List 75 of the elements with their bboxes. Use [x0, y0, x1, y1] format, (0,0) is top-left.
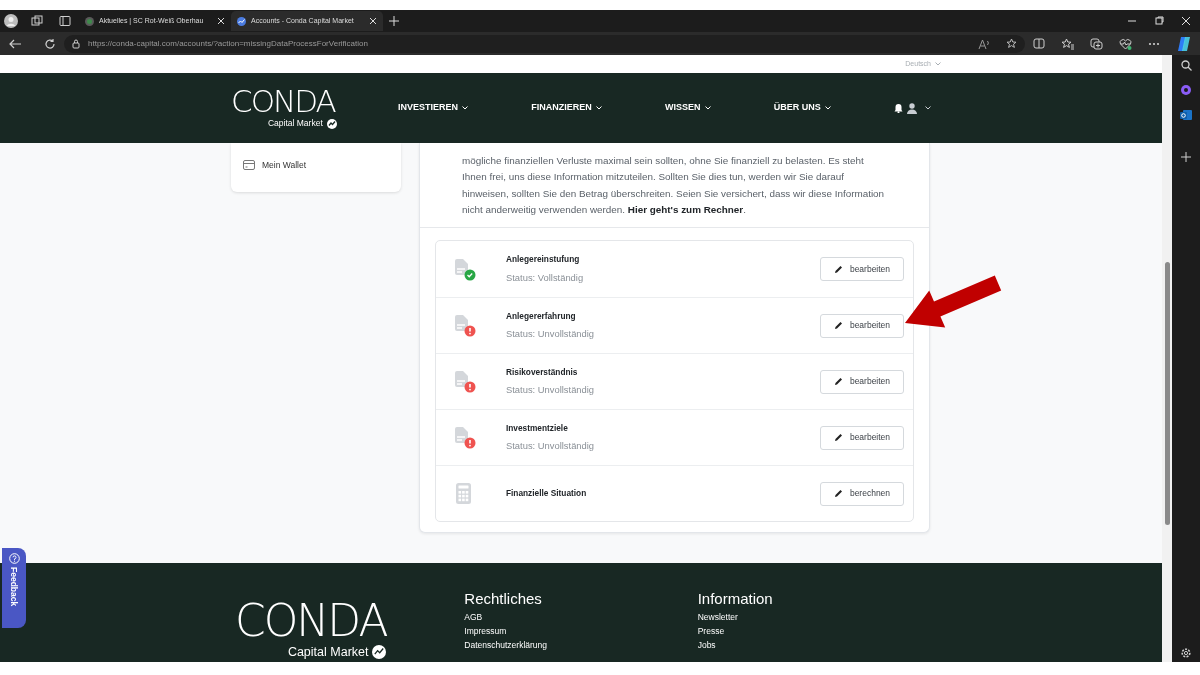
workspaces-icon[interactable]	[31, 15, 43, 27]
search-icon[interactable]	[1180, 60, 1192, 71]
settings-icon[interactable]	[1180, 647, 1192, 659]
close-icon[interactable]	[217, 17, 225, 25]
edit-button[interactable]: bearbeiten	[820, 369, 904, 394]
reload-icon[interactable]	[44, 37, 56, 50]
new-tab-icon[interactable]	[389, 16, 399, 26]
tab-actions-icon[interactable]	[59, 15, 71, 27]
close-icon[interactable]	[369, 17, 377, 25]
logo[interactable]: CONDA Capital Market	[231, 86, 335, 130]
step-status: Status: Unvollständig	[506, 383, 596, 398]
pencil-icon	[833, 377, 843, 386]
star-icon[interactable]	[1006, 38, 1017, 49]
bell-icon[interactable]	[894, 103, 903, 113]
step-status: Status: Vollständig	[506, 270, 585, 285]
footer-heading: Information	[697, 591, 774, 606]
step-status: Status: Unvollständig	[506, 439, 596, 454]
info-paragraph: mögliche finanziellen Verluste maximal sein sollten, ohne Sie finanziell zu belasten. Es steht Ihnen frei, uns diese Information mitzuteilen. Sollten Sie dies tun, werden wir Sie darauf hinweisen, sollten Sie den Betrag überschreiten. Seien Sie versichert, dass wir diese Information nicht anderweitig verwenden werden. Hier geht's zum Rechner.	[420, 143, 929, 228]
edit-button[interactable]: bearbeiten	[820, 425, 904, 450]
profile-icon[interactable]	[4, 14, 18, 28]
pencil-icon	[833, 321, 843, 330]
split-screen-icon[interactable]	[1033, 38, 1045, 49]
calculator-link[interactable]: Hier geht's zum Rechner	[627, 203, 744, 215]
add-icon[interactable]	[1181, 152, 1191, 162]
step-title: Finanzielle Situation	[506, 487, 588, 500]
logo[interactable]: CONDA Capital Market	[235, 599, 387, 662]
chevron-down-icon	[704, 106, 711, 110]
lock-icon	[72, 38, 80, 49]
mail-icon[interactable]	[1180, 109, 1192, 121]
footer-link[interactable]: AGB	[464, 610, 698, 624]
address-bar[interactable]: https://conda-capital.com/accounts/?action=missingDataProcessForVerification	[64, 34, 1025, 53]
nav-menu-link[interactable]: FINANZIEREN	[531, 101, 602, 115]
more-icon[interactable]	[1148, 41, 1160, 46]
edit-button[interactable]: berechnen	[820, 481, 904, 506]
footer-link[interactable]: Impressum	[464, 624, 698, 638]
nav-menu-link[interactable]: INVESTIEREN	[398, 101, 469, 115]
user-icon	[907, 102, 917, 114]
step-title: Anlegereinstufung	[506, 253, 581, 266]
edit-button[interactable]: bearbeiten	[820, 313, 904, 338]
extension-icon[interactable]	[1180, 84, 1192, 96]
wallet-icon	[243, 160, 255, 171]
trend-icon	[326, 118, 337, 129]
step-title: Investmentziele	[506, 421, 569, 435]
footer-heading: Rechtliches	[464, 591, 543, 606]
pencil-icon	[833, 264, 843, 274]
collections-icon[interactable]	[1090, 37, 1103, 50]
chevron-down-icon	[595, 106, 602, 110]
step-title: Anlegererfahrung	[506, 309, 577, 323]
pencil-icon	[833, 433, 843, 442]
nav-menu-link[interactable]: WISSEN	[665, 101, 711, 115]
footer-link[interactable]: Datenschutzerklärung	[464, 638, 698, 652]
edit-button[interactable]: bearbeiten	[820, 257, 904, 281]
site-icon	[85, 16, 94, 26]
step-title: Risikoverständnis	[506, 365, 579, 379]
footer-link[interactable]: Newsletter	[697, 610, 931, 624]
favorites-icon[interactable]	[1061, 37, 1074, 50]
chevron-down-icon	[935, 62, 941, 67]
chevron-down-icon	[462, 106, 469, 110]
back-icon[interactable]	[8, 37, 22, 50]
copilot-icon[interactable]	[1176, 35, 1192, 52]
pencil-icon	[833, 489, 843, 498]
nav-menu-link[interactable]: ÜBER UNS	[773, 101, 831, 115]
read-aloud-icon[interactable]	[978, 38, 990, 49]
scrollbar-thumb[interactable]	[1164, 262, 1170, 525]
chevron-down-icon	[824, 106, 831, 110]
site-icon	[237, 16, 246, 26]
url-text: https://conda-capital.com/accounts/?action=missingDataProcessForVerification	[88, 37, 369, 50]
chevron-down-icon	[925, 106, 931, 110]
feedback-tab[interactable]: Feedback	[2, 548, 26, 628]
user-menu[interactable]	[907, 102, 931, 114]
help-icon	[8, 553, 20, 564]
health-icon[interactable]	[1119, 37, 1132, 50]
footer-link[interactable]: Presse	[697, 624, 931, 638]
footer-link[interactable]: Jobs	[697, 638, 931, 652]
step-status: Status: Unvollständig	[506, 327, 596, 342]
